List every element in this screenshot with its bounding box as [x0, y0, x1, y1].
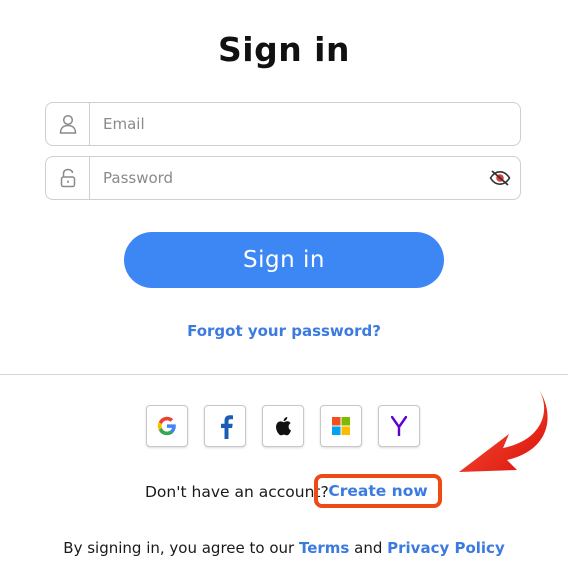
social-login-buttons [146, 405, 420, 447]
facebook-login-button[interactable] [204, 405, 246, 447]
apple-login-button[interactable] [262, 405, 304, 447]
legal-and: and [354, 539, 383, 557]
pointer-arrow-icon [459, 390, 548, 472]
google-login-button[interactable] [146, 405, 188, 447]
email-field[interactable] [45, 102, 521, 146]
legal-prefix: By signing in, you agree to our [63, 539, 295, 557]
user-icon [46, 103, 90, 145]
sign-in-button[interactable]: Sign in [124, 232, 444, 288]
password-field[interactable] [45, 156, 521, 200]
page-title: Sign in [218, 30, 350, 69]
forgot-password-link[interactable]: Forgot your password? [0, 322, 568, 340]
yahoo-login-button[interactable] [378, 405, 420, 447]
lock-icon [46, 157, 90, 199]
password-input[interactable] [90, 157, 480, 199]
google-icon [157, 416, 176, 436]
email-input[interactable] [90, 103, 520, 145]
create-account-highlight: Create now [314, 474, 442, 508]
microsoft-icon [332, 417, 350, 435]
privacy-policy-link[interactable]: Privacy Policy [387, 539, 505, 557]
yahoo-icon [391, 416, 407, 436]
microsoft-login-button[interactable] [320, 405, 362, 447]
apple-icon [276, 417, 291, 436]
create-account-link[interactable]: Create now [328, 482, 427, 500]
terms-link[interactable]: Terms [299, 539, 349, 557]
facebook-icon [221, 415, 233, 439]
legal-notice: By signing in, you agree to our Terms an… [0, 539, 568, 557]
toggle-password-visibility-icon[interactable] [480, 170, 520, 186]
divider [0, 374, 568, 375]
no-account-prompt: Don't have an account? [145, 483, 329, 501]
